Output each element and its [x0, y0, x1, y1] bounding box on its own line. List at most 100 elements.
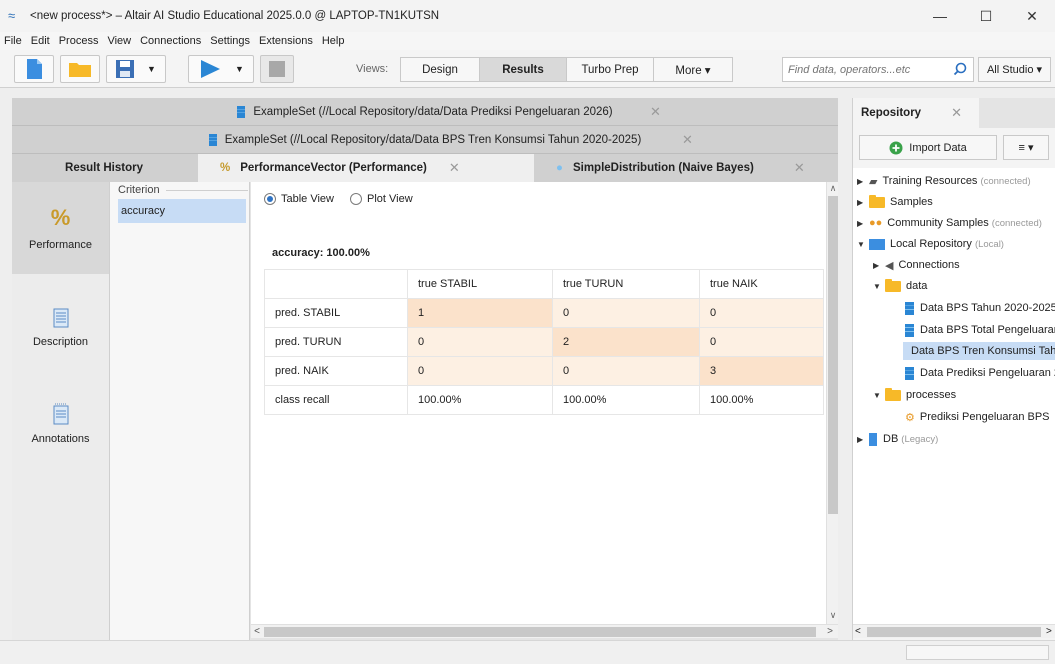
run-dropdown-icon[interactable]: ▼ [235, 64, 244, 74]
scroll-right-icon[interactable]: > [1046, 625, 1052, 639]
tab-label: PerformanceVector (Performance) [240, 162, 427, 174]
collapse-arrow-icon[interactable]: ▼ [857, 240, 865, 249]
tab-exampleset-prediksi[interactable]: ExampleSet (//Local Repository/data/Data… [12, 98, 838, 126]
expand-arrow-icon[interactable]: ▶ [873, 261, 881, 270]
tab-performance-vector[interactable]: % PerformanceVector (Performance) ✕ [198, 154, 534, 182]
toolbar: ▼ ▼ Views: Design Results Turbo Prep Mor… [0, 50, 1055, 88]
close-tab-icon[interactable]: ✕ [951, 105, 962, 121]
menu-file[interactable]: File [4, 35, 22, 47]
tree-node-data-bps-tahun[interactable]: Data BPS Tahun 2020-2025 [905, 299, 1055, 317]
scroll-thumb[interactable] [264, 627, 816, 637]
folder-icon [885, 278, 901, 292]
menu-process[interactable]: Process [59, 35, 99, 47]
scroll-right-icon[interactable]: > [824, 625, 836, 639]
close-tab-icon[interactable]: ✕ [682, 132, 693, 148]
table-cell: 0 [407, 327, 553, 357]
percent-icon: % [220, 162, 231, 174]
scroll-left-icon[interactable]: < [855, 625, 861, 639]
tree-node-data-prediksi[interactable]: Data Prediksi Pengeluaran 2026 [905, 364, 1055, 382]
header-cell [264, 269, 408, 299]
expand-arrow-icon[interactable]: ▶ [857, 177, 865, 186]
collapse-arrow-icon[interactable]: ▼ [873, 391, 881, 400]
dataset-icon [237, 105, 246, 118]
view-more-dropdown[interactable]: More ▾ [653, 57, 733, 82]
tree-node-db[interactable]: ▶ DB (Legacy) [857, 430, 938, 448]
accuracy-label: accuracy: 100.00% [272, 247, 370, 259]
minimize-button[interactable]: — [917, 0, 963, 32]
scroll-thumb[interactable] [867, 627, 1041, 637]
close-tab-icon[interactable]: ✕ [794, 160, 805, 176]
table-row: pred. TURUN 0 2 0 [264, 327, 824, 357]
view-turbo-prep-tab[interactable]: Turbo Prep [566, 57, 654, 82]
header-cell: true TURUN [552, 269, 700, 299]
nav-label: Performance [29, 239, 92, 251]
expand-arrow-icon[interactable]: ▶ [857, 219, 865, 228]
expand-arrow-icon[interactable]: ▶ [857, 198, 865, 207]
tree-node-data-bps-tren[interactable]: Data BPS Tren Konsumsi Tahun [903, 342, 1055, 360]
import-data-button[interactable]: Import Data [859, 135, 997, 160]
close-tab-icon[interactable]: ✕ [650, 104, 661, 120]
horizontal-scrollbar[interactable]: < > [251, 624, 838, 638]
table-view-radio[interactable]: Table View [264, 193, 334, 205]
tree-node-local-repository[interactable]: ▼ Local Repository (Local) [857, 235, 1004, 253]
nav-label: Annotations [31, 433, 90, 445]
search-scope-dropdown[interactable]: All Studio ▾ [978, 57, 1051, 82]
view-results-tab[interactable]: Results [479, 57, 567, 82]
lightbulb-icon: ● [556, 162, 563, 174]
tree-node-training-resources[interactable]: ▶ ▰ Training Resources (connected) [857, 172, 1031, 190]
folder-open-icon [69, 63, 91, 77]
menu-settings[interactable]: Settings [210, 35, 250, 47]
tree-node-data-bps-total[interactable]: Data BPS Total Pengeluaran [905, 321, 1055, 339]
node-status: (Local) [974, 238, 1004, 250]
tab-simple-distribution[interactable]: ● SimpleDistribution (Naive Bayes) ✕ [534, 154, 838, 182]
scroll-thumb[interactable] [828, 196, 838, 514]
repository-menu-button[interactable]: ≡ ▾ [1003, 135, 1049, 160]
dataset-icon [208, 133, 217, 146]
criterion-item-accuracy[interactable]: accuracy [118, 199, 246, 223]
scroll-down-icon[interactable]: ∨ [828, 610, 838, 622]
table-cell: 0 [699, 298, 824, 328]
search-icon[interactable] [953, 62, 967, 76]
maximize-button[interactable]: ☐ [963, 0, 1009, 32]
save-dropdown-icon[interactable]: ▼ [147, 64, 156, 74]
open-button[interactable] [60, 55, 100, 83]
results-area: ExampleSet (//Local Repository/data/Data… [12, 98, 838, 640]
menu-connections[interactable]: Connections [140, 35, 201, 47]
process-gear-icon: ⚙ [905, 411, 915, 424]
tree-node-data[interactable]: ▼ data [873, 277, 927, 295]
close-tab-icon[interactable]: ✕ [449, 160, 460, 176]
tree-node-samples[interactable]: ▶ Samples [857, 193, 933, 211]
repository-horizontal-scrollbar[interactable]: < > [853, 624, 1055, 638]
menu-extensions[interactable]: Extensions [259, 35, 313, 47]
run-button[interactable]: ▼ [188, 55, 254, 83]
menu-view[interactable]: View [107, 35, 131, 47]
tab-repository[interactable]: Repository ✕ [853, 98, 979, 128]
expand-arrow-icon[interactable]: ▶ [857, 435, 865, 444]
collapse-arrow-icon[interactable]: ▼ [873, 282, 881, 291]
plot-view-radio[interactable]: Plot View [350, 193, 413, 205]
tree-node-connections[interactable]: ▶ ◀ Connections [873, 256, 960, 274]
view-design-tab[interactable]: Design [400, 57, 480, 82]
scroll-up-icon[interactable]: ∧ [828, 183, 838, 195]
menu-help[interactable]: Help [322, 35, 345, 47]
nav-description[interactable]: Description [12, 282, 109, 374]
menu-edit[interactable]: Edit [31, 35, 50, 47]
stop-button[interactable] [260, 55, 294, 83]
tab-exampleset-tren[interactable]: ExampleSet (//Local Repository/data/Data… [12, 126, 838, 154]
scroll-left-icon[interactable]: < [251, 625, 263, 639]
search-input[interactable] [783, 58, 943, 81]
tree-node-processes[interactable]: ▼ processes [873, 386, 956, 404]
radio-unselected-icon [350, 193, 362, 205]
node-label: Data BPS Tahun 2020-2025 [920, 302, 1055, 314]
node-label: Data BPS Total Pengeluaran [920, 324, 1055, 336]
nav-annotations[interactable]: Annotations [12, 378, 109, 470]
tree-node-prediksi-pengeluaran-process[interactable]: ⚙ Prediksi Pengeluaran BPS [905, 408, 1050, 426]
vertical-scrollbar[interactable]: ∧ ∨ [826, 182, 838, 624]
tree-node-community-samples[interactable]: ▶ ●● Community Samples (connected) [857, 214, 1042, 232]
status-progress-box [906, 645, 1049, 660]
close-button[interactable]: ✕ [1009, 0, 1055, 32]
save-button[interactable]: ▼ [106, 55, 166, 83]
nav-performance[interactable]: % Performance [12, 182, 109, 274]
new-process-button[interactable] [14, 55, 54, 83]
tab-result-history[interactable]: Result History [12, 154, 196, 182]
